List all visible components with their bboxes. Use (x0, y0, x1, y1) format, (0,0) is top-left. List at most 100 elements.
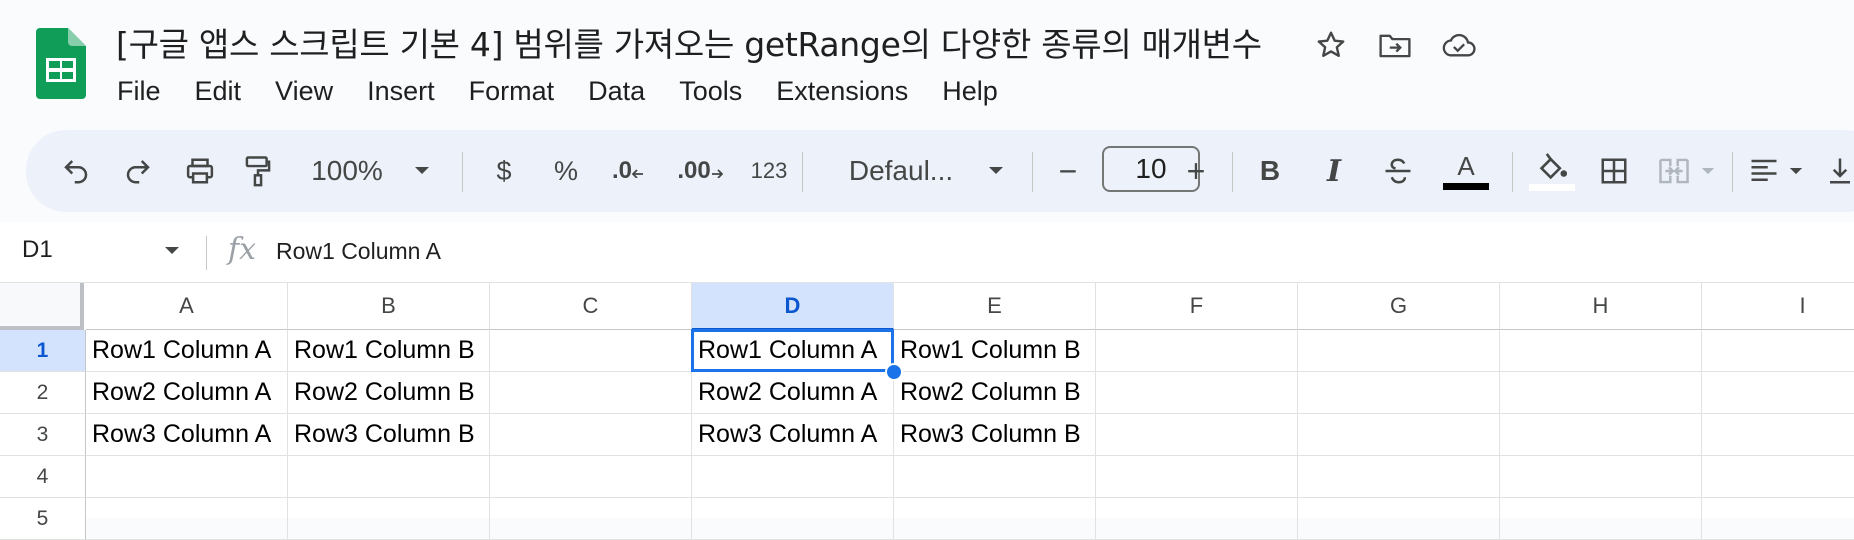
bold-button[interactable]: B (1248, 130, 1292, 212)
cell-i2[interactable] (1702, 372, 1854, 414)
menu-edit[interactable]: Edit (178, 74, 259, 108)
menu-data[interactable]: Data (571, 74, 662, 108)
row-header-4[interactable]: 4 (0, 456, 86, 498)
row-header-5[interactable]: 5 (0, 498, 86, 540)
merge-cells-icon[interactable] (1652, 130, 1696, 212)
cell-f5[interactable] (1096, 498, 1298, 540)
cell-a5[interactable] (86, 498, 288, 540)
formula-input[interactable]: Row1 Column A (276, 238, 441, 265)
cell-h1[interactable] (1500, 330, 1702, 372)
document-title[interactable]: [구글 앱스 스크립트 기본 4] 범위를 가져오는 getRange의 다양한… (116, 18, 1262, 66)
redo-icon[interactable] (116, 130, 160, 212)
column-header-f[interactable]: F (1096, 283, 1298, 330)
row-header-2[interactable]: 2 (0, 372, 86, 414)
cell-c3[interactable] (490, 414, 692, 456)
cell-d4[interactable] (692, 456, 894, 498)
star-icon[interactable] (1312, 26, 1350, 64)
fill-handle[interactable] (885, 363, 903, 381)
name-box[interactable]: D1 (22, 236, 53, 264)
number-format-button[interactable]: 123 (742, 130, 796, 212)
menu-tools[interactable]: Tools (662, 74, 759, 108)
cell-d1[interactable]: Row1 Column A (692, 330, 894, 372)
sheets-logo-icon[interactable] (36, 28, 86, 99)
cell-c1[interactable] (490, 330, 692, 372)
merge-chevron-down-icon[interactable] (1698, 130, 1718, 212)
cell-d3[interactable]: Row3 Column A (692, 414, 894, 456)
align-chevron-down-icon[interactable] (1786, 130, 1806, 212)
cell-e4[interactable] (894, 456, 1096, 498)
menu-extensions[interactable]: Extensions (759, 74, 925, 108)
cell-c4[interactable] (490, 456, 692, 498)
percent-format-button[interactable]: % (544, 130, 588, 212)
cell-d2[interactable]: Row2 Column A (692, 372, 894, 414)
cell-a1[interactable]: Row1 Column A (86, 330, 288, 372)
cell-g5[interactable] (1298, 498, 1500, 540)
horizontal-align-icon[interactable] (1742, 130, 1786, 212)
strikethrough-icon[interactable] (1376, 130, 1420, 212)
cell-i3[interactable] (1702, 414, 1854, 456)
cell-f1[interactable] (1096, 330, 1298, 372)
decrease-font-size-button[interactable]: − (1046, 130, 1090, 212)
cell-g2[interactable] (1298, 372, 1500, 414)
borders-icon[interactable] (1592, 130, 1636, 212)
cell-h5[interactable] (1500, 498, 1702, 540)
print-icon[interactable] (178, 130, 222, 212)
row-header-3[interactable]: 3 (0, 414, 86, 456)
cell-c5[interactable] (490, 498, 692, 540)
cell-g3[interactable] (1298, 414, 1500, 456)
menu-file[interactable]: File (100, 74, 178, 108)
cell-f4[interactable] (1096, 456, 1298, 498)
cell-g4[interactable] (1298, 456, 1500, 498)
name-box-chevron-down-icon[interactable] (164, 246, 180, 256)
italic-button[interactable]: I (1312, 130, 1356, 212)
cell-a2[interactable]: Row2 Column A (86, 372, 288, 414)
cell-e1[interactable]: Row1 Column B (894, 330, 1096, 372)
cloud-saved-icon[interactable] (1440, 26, 1478, 64)
text-color-button[interactable]: A (1440, 130, 1492, 212)
zoom-chevron-down-icon[interactable] (412, 130, 432, 212)
select-all-corner[interactable] (0, 283, 84, 330)
cell-g1[interactable] (1298, 330, 1500, 372)
menu-insert[interactable]: Insert (350, 74, 452, 108)
paint-format-icon[interactable] (236, 130, 280, 212)
increase-font-size-button[interactable]: + (1174, 130, 1218, 212)
menu-help[interactable]: Help (925, 74, 1015, 108)
currency-format-button[interactable]: $ (482, 130, 526, 212)
font-chevron-down-icon[interactable] (986, 130, 1006, 212)
cell-e3[interactable]: Row3 Column B (894, 414, 1096, 456)
cell-b3[interactable]: Row3 Column B (288, 414, 490, 456)
cell-f3[interactable] (1096, 414, 1298, 456)
cell-b2[interactable]: Row2 Column B (288, 372, 490, 414)
cell-e5[interactable] (894, 498, 1096, 540)
menu-view[interactable]: View (258, 74, 350, 108)
column-header-c[interactable]: C (490, 283, 692, 330)
fill-color-icon[interactable] (1526, 130, 1578, 212)
column-header-h[interactable]: H (1500, 283, 1702, 330)
cell-a4[interactable] (86, 456, 288, 498)
menu-format[interactable]: Format (452, 74, 572, 108)
row-header-1[interactable]: 1 (0, 330, 86, 372)
cell-h3[interactable] (1500, 414, 1702, 456)
cell-b4[interactable] (288, 456, 490, 498)
font-family-select[interactable]: Defaul... (826, 130, 976, 212)
zoom-select[interactable]: 100% (310, 130, 384, 212)
cell-h2[interactable] (1500, 372, 1702, 414)
undo-icon[interactable] (54, 130, 98, 212)
cell-i1[interactable] (1702, 330, 1854, 372)
move-folder-icon[interactable] (1376, 26, 1414, 64)
decrease-decimal-button[interactable]: .0 (606, 130, 650, 212)
column-header-b[interactable]: B (288, 283, 490, 330)
column-header-a[interactable]: A (86, 283, 288, 330)
column-header-i[interactable]: I (1702, 283, 1854, 330)
cell-c2[interactable] (490, 372, 692, 414)
cell-d5[interactable] (692, 498, 894, 540)
cell-f2[interactable] (1096, 372, 1298, 414)
column-header-e[interactable]: E (894, 283, 1096, 330)
cell-i5[interactable] (1702, 498, 1854, 540)
cell-h4[interactable] (1500, 456, 1702, 498)
increase-decimal-button[interactable]: .00 (674, 130, 726, 212)
cell-a3[interactable]: Row3 Column A (86, 414, 288, 456)
vertical-align-icon[interactable] (1820, 130, 1854, 212)
column-header-d[interactable]: D (692, 283, 894, 330)
cell-e2[interactable]: Row2 Column B (894, 372, 1096, 414)
